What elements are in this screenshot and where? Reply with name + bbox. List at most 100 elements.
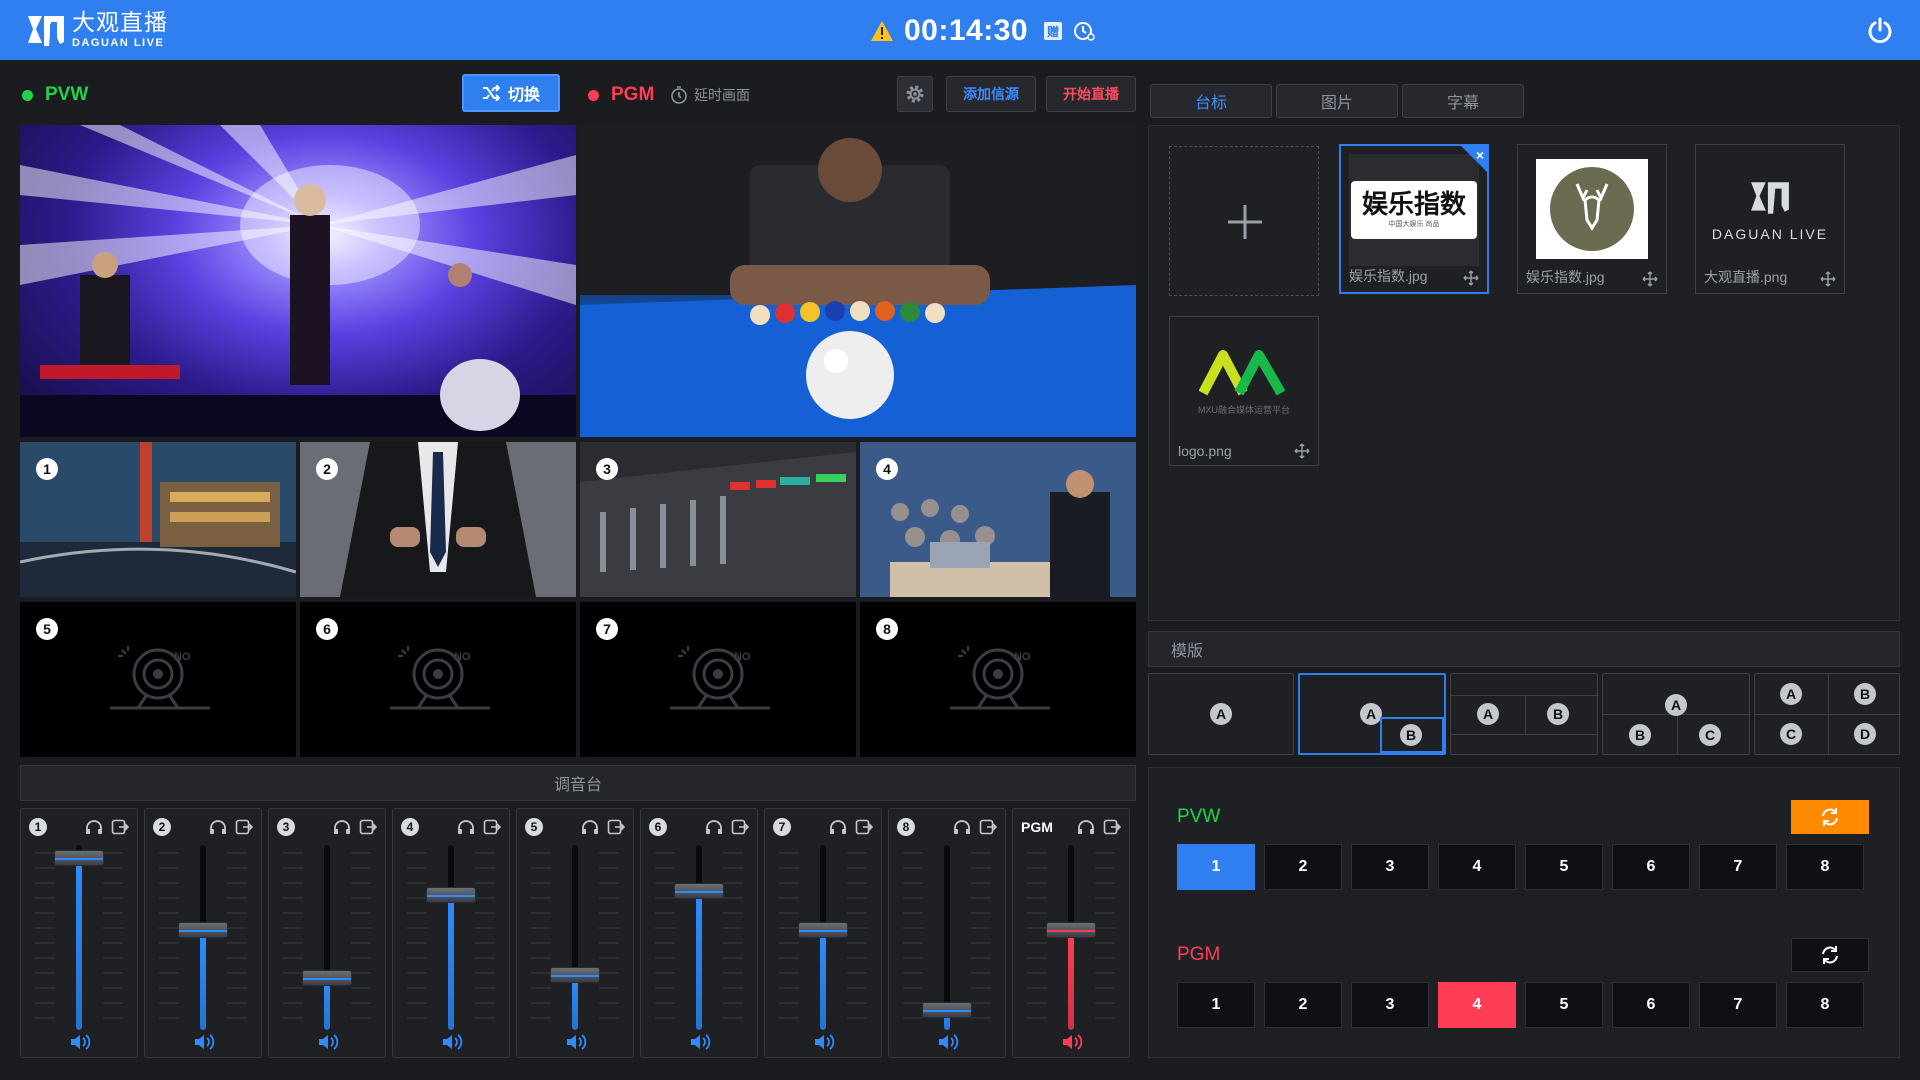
fader-knob[interactable] [302,970,352,987]
speaker-icon[interactable] [193,1033,215,1051]
gift-badge-icon[interactable]: 赠 [1044,22,1063,40]
fader-knob[interactable] [54,849,104,866]
pgm-source-button-3[interactable]: 3 [1351,982,1429,1028]
tab-caption[interactable]: 字幕 [1402,84,1524,118]
headphones-icon[interactable] [85,819,103,835]
move-icon[interactable] [1642,271,1658,287]
speaker-icon[interactable] [565,1033,587,1051]
mixer-channel-7: 7 [764,808,882,1058]
fader-track[interactable] [1046,845,1096,1030]
fader-track[interactable] [302,845,352,1030]
output-icon[interactable] [731,819,749,835]
pgm-program-video[interactable] [580,125,1136,437]
speaker-icon[interactable] [1061,1033,1083,1051]
output-icon[interactable] [1103,819,1121,835]
pgm-source-button-7[interactable]: 7 [1699,982,1777,1028]
speaker-icon[interactable] [69,1033,91,1051]
output-icon[interactable] [855,819,873,835]
pvw-source-button-6[interactable]: 6 [1612,844,1690,890]
clock-settings-icon[interactable] [1072,19,1096,43]
pgm-source-button-6[interactable]: 6 [1612,982,1690,1028]
source-cell-2[interactable]: 2 [300,442,576,597]
headphones-icon[interactable] [457,819,475,835]
source-cell-8[interactable]: 8 NO [860,602,1136,757]
headphones-icon[interactable] [705,819,723,835]
pvw-source-button-2[interactable]: 2 [1264,844,1342,890]
move-icon[interactable] [1820,271,1836,287]
pvw-source-button-3[interactable]: 3 [1351,844,1429,890]
source-cell-1[interactable]: 1 [20,442,296,597]
asset-tile-1[interactable]: 娱乐指数 中国大娱乐 尚品 娱乐指数.jpg × [1339,144,1489,294]
settings-button[interactable] [897,76,933,112]
fader-knob[interactable] [922,1001,972,1018]
pgm-source-button-4[interactable]: 4 [1438,982,1516,1028]
pvw-source-button-1[interactable]: 1 [1177,844,1255,890]
fader-knob[interactable] [1046,922,1096,939]
fader-knob[interactable] [550,966,600,983]
pvw-source-button-7[interactable]: 7 [1699,844,1777,890]
move-icon[interactable] [1463,270,1479,286]
template-single[interactable]: A [1148,673,1294,755]
speaker-icon[interactable] [937,1033,959,1051]
asset-tile-4[interactable]: MXU融合媒体运营平台 logo.png [1169,316,1319,466]
pgm-source-button-1[interactable]: 1 [1177,982,1255,1028]
fader-track[interactable] [674,845,724,1030]
template-side-by-side[interactable]: A B [1450,673,1599,755]
tab-logo[interactable]: 台标 [1150,84,1272,118]
template-three-split[interactable]: A B C [1602,673,1751,755]
close-icon[interactable]: × [1476,147,1484,163]
fader-knob[interactable] [426,886,476,903]
asset-tile-3[interactable]: DAGUAN LIVE 大观直播.png [1695,144,1845,294]
output-icon[interactable] [111,819,129,835]
fader-knob[interactable] [798,922,848,939]
fader-track[interactable] [426,845,476,1030]
speaker-icon[interactable] [689,1033,711,1051]
pvw-source-button-5[interactable]: 5 [1525,844,1603,890]
source-cell-3[interactable]: 3 [580,442,856,597]
asset-tile-2[interactable]: 娱乐指数.jpg [1517,144,1667,294]
headphones-icon[interactable] [953,819,971,835]
template-quad[interactable]: A B C D [1754,673,1901,755]
fader-track[interactable] [922,845,972,1030]
fader-track[interactable] [798,845,848,1030]
pvw-preview-video[interactable] [20,125,576,437]
fader-track[interactable] [178,845,228,1030]
fader-track[interactable] [550,845,600,1030]
tab-image[interactable]: 图片 [1276,84,1398,118]
fader-track[interactable] [54,845,104,1030]
pgm-source-button-5[interactable]: 5 [1525,982,1603,1028]
headphones-icon[interactable] [209,819,227,835]
source-cell-5[interactable]: 5 NO [20,602,296,757]
add-asset-button[interactable] [1169,146,1319,296]
speaker-icon[interactable] [813,1033,835,1051]
headphones-icon[interactable] [581,819,599,835]
source-cell-7[interactable]: 7 NO [580,602,856,757]
delay-toggle[interactable]: 延时画面 [670,85,750,105]
template-pip[interactable]: A B [1298,673,1446,755]
source-cell-6[interactable]: 6 NO [300,602,576,757]
pgm-source-button-2[interactable]: 2 [1264,982,1342,1028]
switch-button[interactable]: 切换 [462,74,560,112]
headphones-icon[interactable] [333,819,351,835]
speaker-icon[interactable] [317,1033,339,1051]
move-icon[interactable] [1294,443,1310,459]
output-icon[interactable] [483,819,501,835]
start-live-button[interactable]: 开始直播 [1046,76,1136,112]
output-icon[interactable] [607,819,625,835]
power-icon[interactable] [1866,16,1894,44]
pvw-source-button-8[interactable]: 8 [1786,844,1864,890]
fader-knob[interactable] [674,883,724,900]
pgm-source-button-8[interactable]: 8 [1786,982,1864,1028]
pvw-source-button-4[interactable]: 4 [1438,844,1516,890]
headphones-icon[interactable] [1077,819,1095,835]
speaker-icon[interactable] [441,1033,463,1051]
source-cell-4[interactable]: 4 [860,442,1136,597]
output-icon[interactable] [359,819,377,835]
fader-knob[interactable] [178,922,228,939]
output-icon[interactable] [979,819,997,835]
pgm-refresh-button[interactable] [1791,938,1869,972]
headphones-icon[interactable] [829,819,847,835]
pvw-refresh-button[interactable] [1791,800,1869,834]
output-icon[interactable] [235,819,253,835]
add-source-button[interactable]: 添加信源 [946,76,1036,112]
